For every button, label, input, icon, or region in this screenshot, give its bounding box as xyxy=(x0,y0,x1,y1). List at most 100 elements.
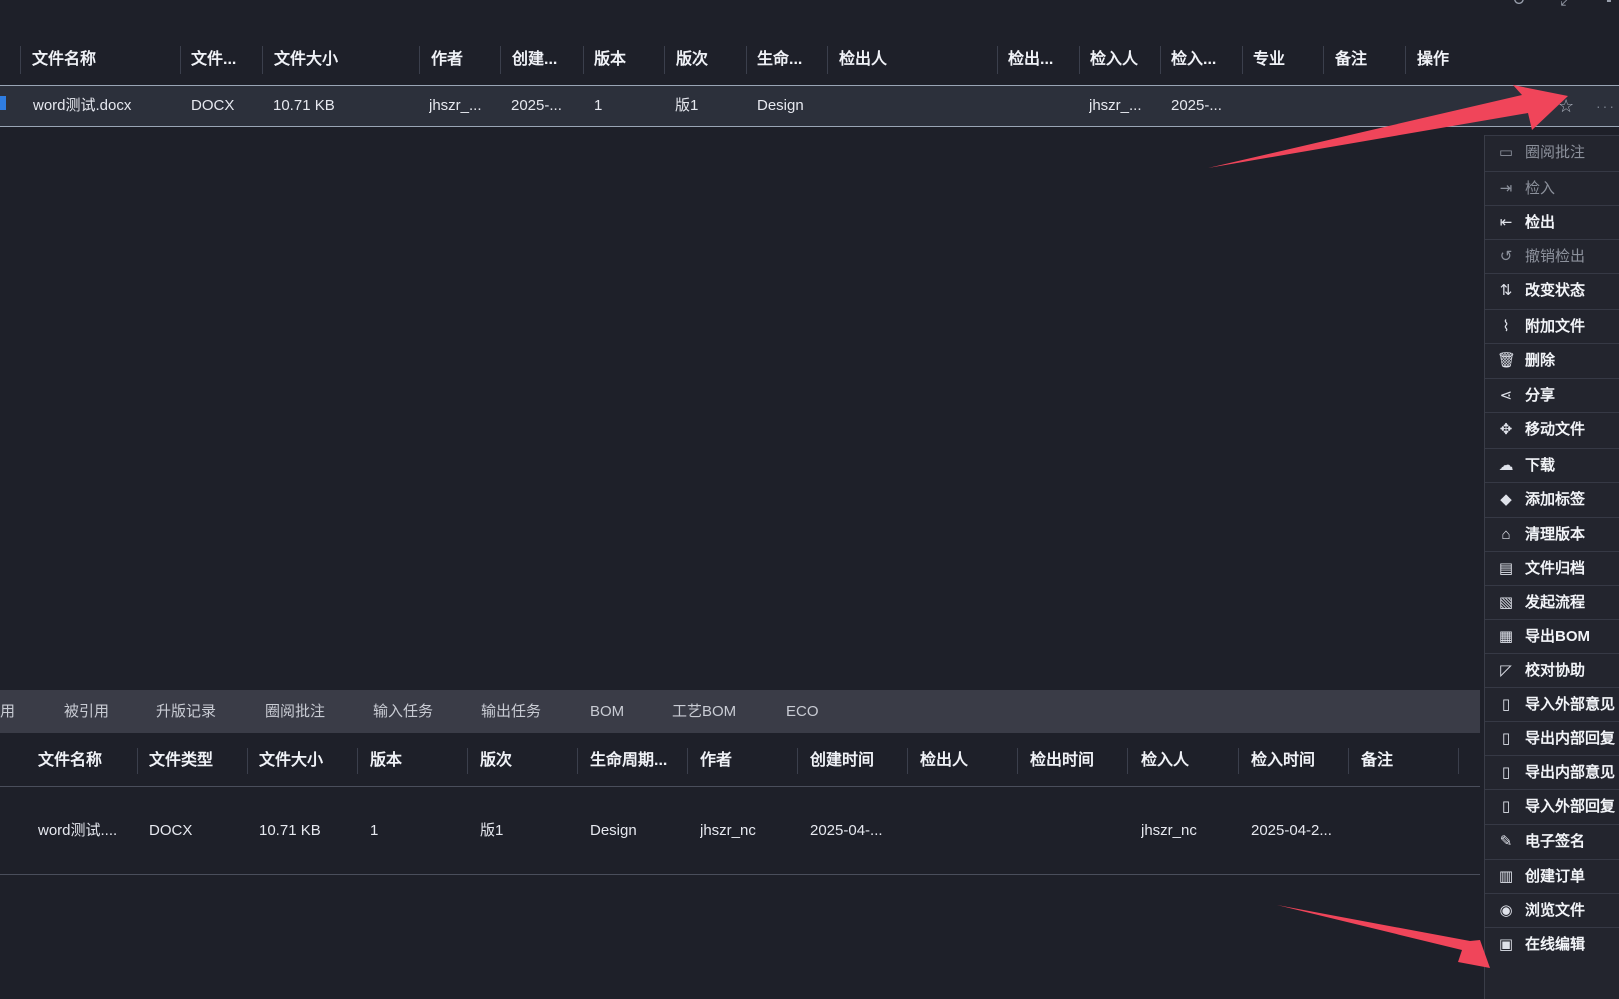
column-divider[interactable] xyxy=(746,46,747,74)
col-header-checkin-user[interactable]: 检入人 xyxy=(1141,736,1239,786)
col-header-revision[interactable]: 版次 xyxy=(676,38,746,82)
column-divider[interactable] xyxy=(797,748,798,774)
tab-referenced-by[interactable]: 被引用 xyxy=(64,690,109,733)
cell-file-name[interactable]: word测试.... xyxy=(38,787,136,874)
column-divider[interactable] xyxy=(1242,46,1243,74)
column-divider[interactable] xyxy=(500,46,501,74)
column-divider[interactable] xyxy=(20,46,21,74)
col-header-remarks[interactable]: 备注 xyxy=(1361,736,1459,786)
cell-checkin-user: jhszr_... xyxy=(1089,97,1142,114)
tab-input-tasks[interactable]: 输入任务 xyxy=(373,690,433,733)
menu-item[interactable]: ▥ 创建订单 xyxy=(1485,859,1619,894)
menu-item[interactable]: ✥ 移动文件 xyxy=(1485,412,1619,447)
more-actions-icon[interactable]: ··· xyxy=(1596,86,1616,126)
col-header-discipline[interactable]: 专业 xyxy=(1253,38,1323,82)
column-divider[interactable] xyxy=(357,748,358,774)
menu-item[interactable]: ⌂ 清理版本 xyxy=(1485,517,1619,552)
menu-item[interactable]: ▯ 导出内部回复 xyxy=(1485,721,1619,756)
menu-item[interactable]: 🗑 删除 xyxy=(1485,343,1619,378)
menu-item[interactable]: ▧ 发起流程 xyxy=(1485,585,1619,620)
cell-version: 1 xyxy=(594,97,603,114)
table-row[interactable]: word测试.... DOCX 10.71 KB 1 版1 Design jhs… xyxy=(0,787,1480,875)
col-header-revision[interactable]: 版次 xyxy=(480,736,578,786)
menu-item[interactable]: ▯ 导出内部意见 xyxy=(1485,755,1619,790)
tab-upgrade-history[interactable]: 升版记录 xyxy=(156,690,216,733)
menu-item[interactable]: ⇤ 检出 xyxy=(1485,205,1619,240)
menu-item[interactable]: ⌇ 附加文件 xyxy=(1485,309,1619,344)
menu-item[interactable]: ▯ 导入外部意见 xyxy=(1485,687,1619,722)
table-row[interactable]: word测试.docx DOCX 10.71 KB jhszr_... 2025… xyxy=(0,85,1619,127)
tab-bom[interactable]: BOM xyxy=(590,690,624,733)
menu-item[interactable]: ⋖ 分享 xyxy=(1485,378,1619,413)
export-doc-icon: ▯ xyxy=(1501,730,1511,747)
col-header-lifecycle[interactable]: 生命... xyxy=(757,38,827,82)
column-divider[interactable] xyxy=(419,46,420,74)
menu-item[interactable]: ◆ 添加标签 xyxy=(1485,482,1619,517)
column-divider[interactable] xyxy=(997,46,998,74)
col-header-file-size[interactable]: 文件大小 xyxy=(274,38,414,82)
tab-eco[interactable]: ECO xyxy=(786,690,819,733)
column-divider[interactable] xyxy=(262,46,263,74)
menu-item[interactable]: ◉ 浏览文件 xyxy=(1485,893,1619,928)
col-header-checkout-time[interactable]: 检出时间 xyxy=(1030,736,1128,786)
column-divider[interactable] xyxy=(827,46,828,74)
column-divider[interactable] xyxy=(1348,748,1349,774)
col-header-checkout-user[interactable]: 检出人 xyxy=(920,736,1018,786)
tab-references[interactable]: 用 xyxy=(0,690,15,733)
column-divider[interactable] xyxy=(1127,748,1128,774)
col-header-checkout-time[interactable]: 检出... xyxy=(1008,38,1078,82)
col-header-created[interactable]: 创建... xyxy=(512,38,582,82)
col-header-checkout-user[interactable]: 检出人 xyxy=(839,38,989,82)
col-header-created-time[interactable]: 创建时间 xyxy=(810,736,908,786)
cell-created-time: 2025-04-... xyxy=(810,822,883,839)
tab-annotations[interactable]: 圈阅批注 xyxy=(265,690,325,733)
menu-item[interactable]: ▦ 导出BOM xyxy=(1485,619,1619,654)
star-favorite-icon[interactable]: ☆ xyxy=(1558,86,1574,126)
menu-item[interactable]: ▤ 文件归档 xyxy=(1485,551,1619,586)
col-header-checkin-time[interactable]: 检入... xyxy=(1171,38,1241,82)
fullscreen-icon[interactable]: ⤢ xyxy=(1560,0,1578,9)
column-divider[interactable] xyxy=(907,748,908,774)
col-header-checkin-user[interactable]: 检入人 xyxy=(1090,38,1160,82)
column-divider[interactable] xyxy=(664,46,665,74)
col-header-version[interactable]: 版本 xyxy=(370,736,468,786)
col-header-checkin-time[interactable]: 检入时间 xyxy=(1251,736,1349,786)
cell-version: 1 xyxy=(370,822,379,839)
column-divider[interactable] xyxy=(137,748,138,774)
column-divider[interactable] xyxy=(577,748,578,774)
menu-item[interactable]: ▯ 导入外部回复 xyxy=(1485,789,1619,824)
col-header-file-type[interactable]: 文件类型 xyxy=(149,736,247,786)
settings-icon[interactable]: ▪ xyxy=(1606,0,1619,9)
col-header-author[interactable]: 作者 xyxy=(700,736,798,786)
column-divider[interactable] xyxy=(583,46,584,74)
col-header-file-size[interactable]: 文件大小 xyxy=(259,736,357,786)
menu-item[interactable]: ◸ 校对协助 xyxy=(1485,653,1619,688)
column-divider[interactable] xyxy=(1458,748,1459,774)
cell-file-name[interactable]: word测试.docx xyxy=(33,86,173,126)
refresh-icon[interactable]: ↻ xyxy=(1512,0,1530,9)
menu-item[interactable]: ▣ 在线编辑 xyxy=(1485,927,1619,962)
column-divider[interactable] xyxy=(1160,46,1161,74)
menu-item[interactable]: ✎ 电子签名 xyxy=(1485,824,1619,859)
col-header-version[interactable]: 版本 xyxy=(594,38,664,82)
col-header-file-name[interactable]: 文件名称 xyxy=(32,38,172,82)
col-header-file-name[interactable]: 文件名称 xyxy=(38,736,136,786)
tab-process-bom[interactable]: 工艺BOM xyxy=(672,690,736,733)
column-divider[interactable] xyxy=(1323,46,1324,74)
column-divider[interactable] xyxy=(1405,46,1406,74)
menu-item-label: 清理版本 xyxy=(1525,526,1586,543)
col-header-remarks[interactable]: 备注 xyxy=(1335,38,1405,82)
column-divider[interactable] xyxy=(1079,46,1080,74)
column-divider[interactable] xyxy=(180,46,181,74)
column-divider[interactable] xyxy=(1238,748,1239,774)
col-header-file-type[interactable]: 文件... xyxy=(191,38,261,82)
column-divider[interactable] xyxy=(1017,748,1018,774)
column-divider[interactable] xyxy=(687,748,688,774)
menu-item[interactable]: ☁ 下载 xyxy=(1485,448,1619,483)
col-header-lifecycle[interactable]: 生命周期... xyxy=(590,736,688,786)
column-divider[interactable] xyxy=(247,748,248,774)
menu-item[interactable]: ⇅ 改变状态 xyxy=(1485,273,1619,308)
column-divider[interactable] xyxy=(467,748,468,774)
col-header-author[interactable]: 作者 xyxy=(431,38,501,82)
tab-output-tasks[interactable]: 输出任务 xyxy=(481,690,541,733)
